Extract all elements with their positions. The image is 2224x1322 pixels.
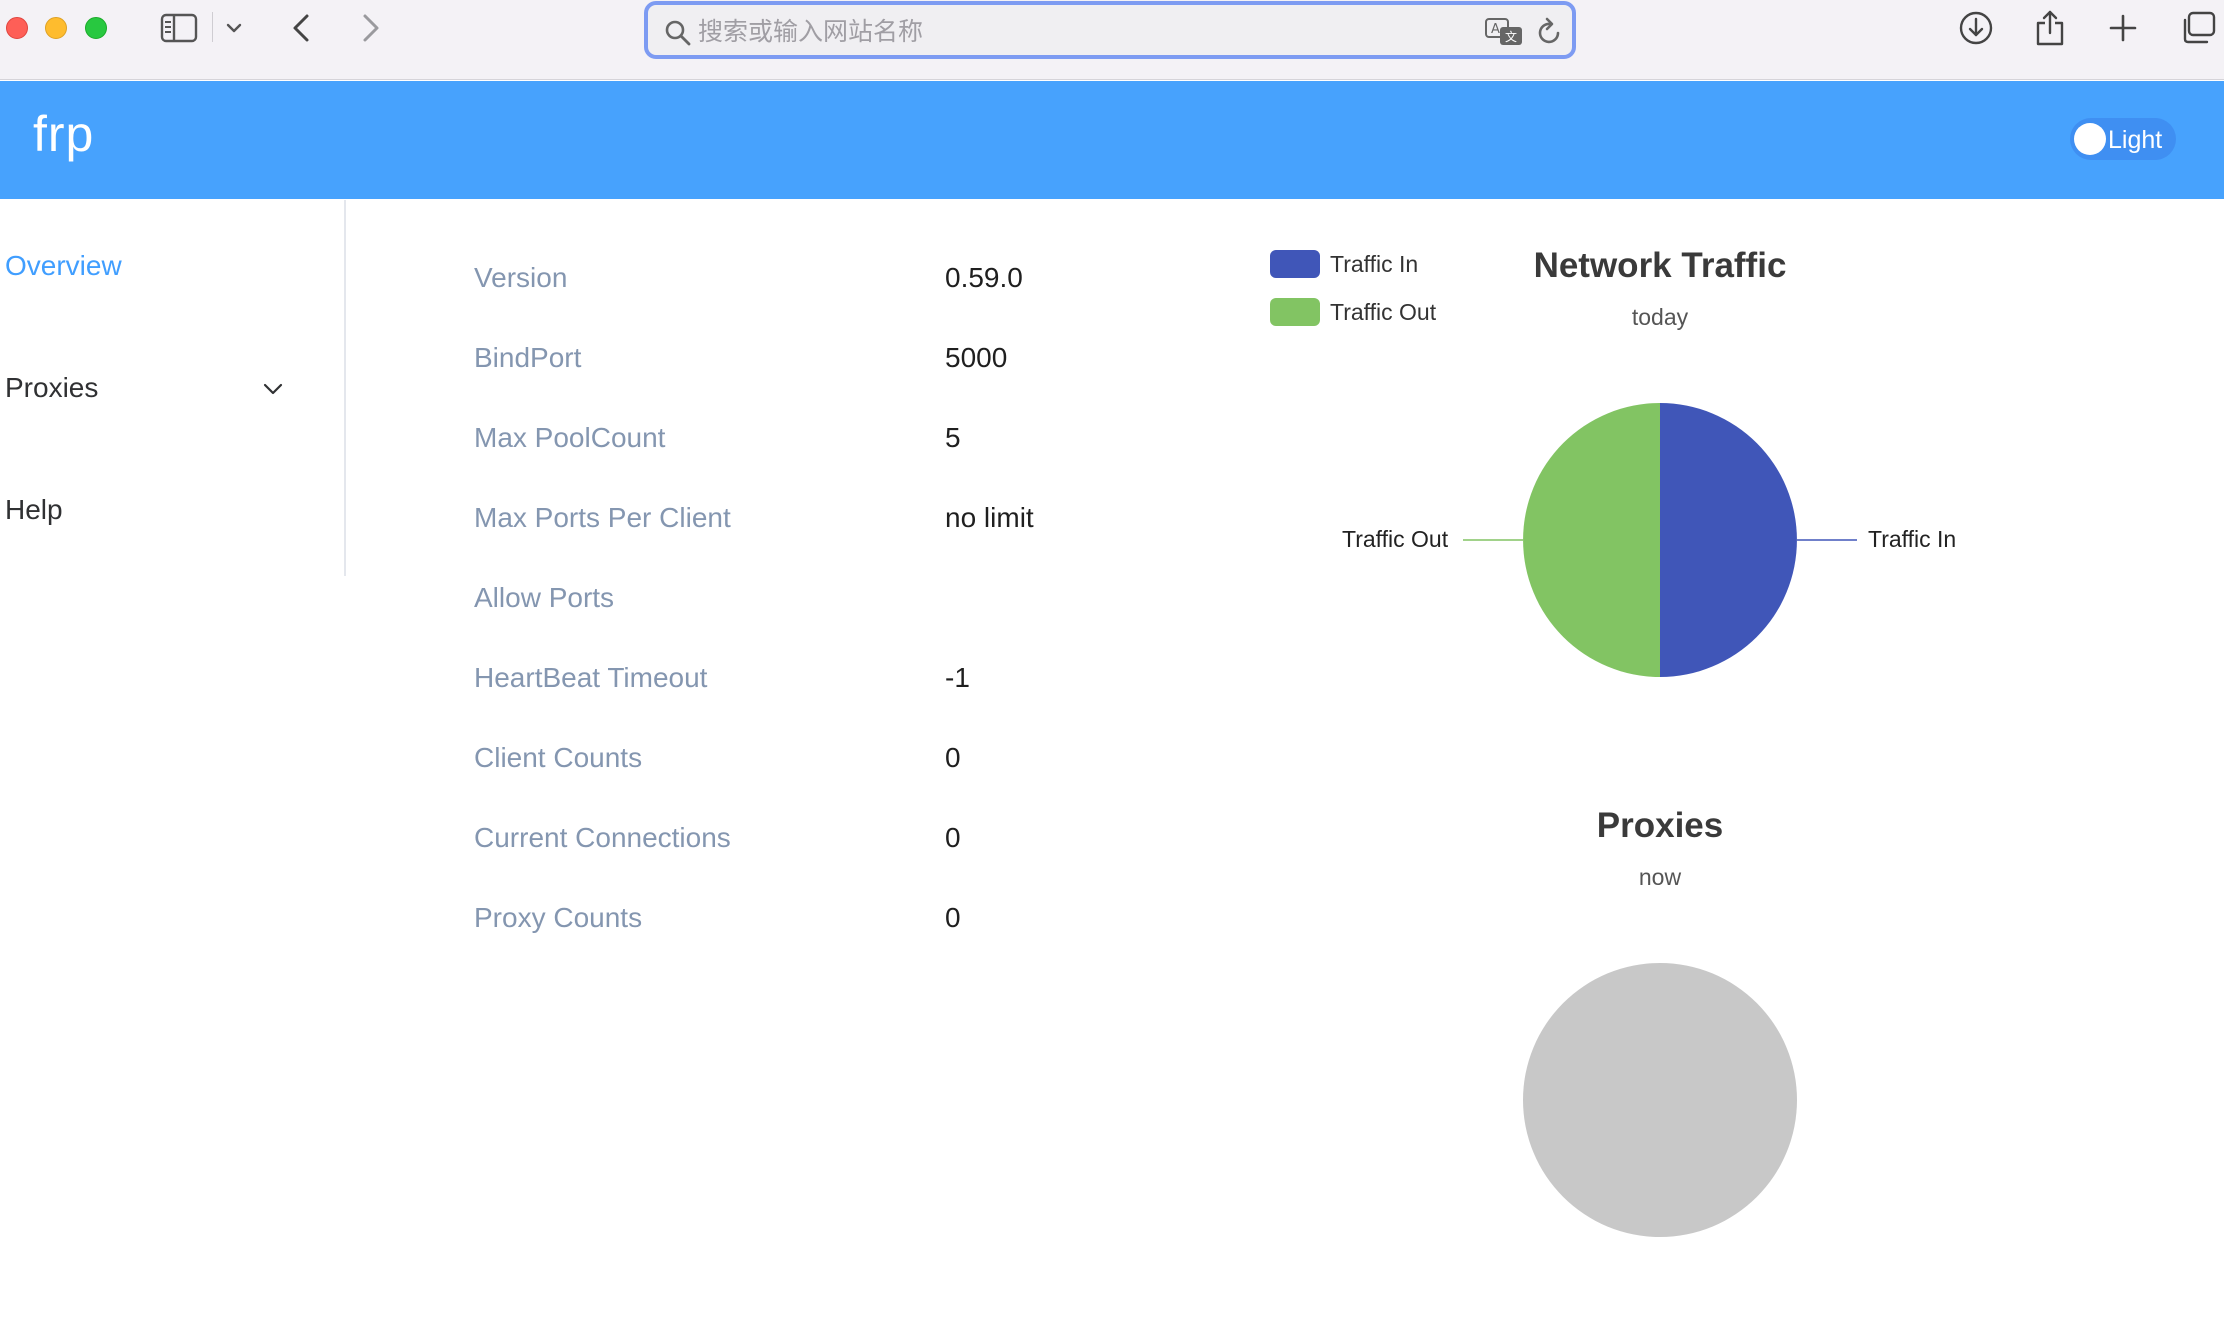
charts-canvas xyxy=(1463,403,1857,1237)
pie-slice-traffic-in[interactable] xyxy=(1660,403,1797,677)
pie-empty-placeholder xyxy=(1523,963,1797,1237)
pie-slice-traffic-out[interactable] xyxy=(1523,403,1660,677)
